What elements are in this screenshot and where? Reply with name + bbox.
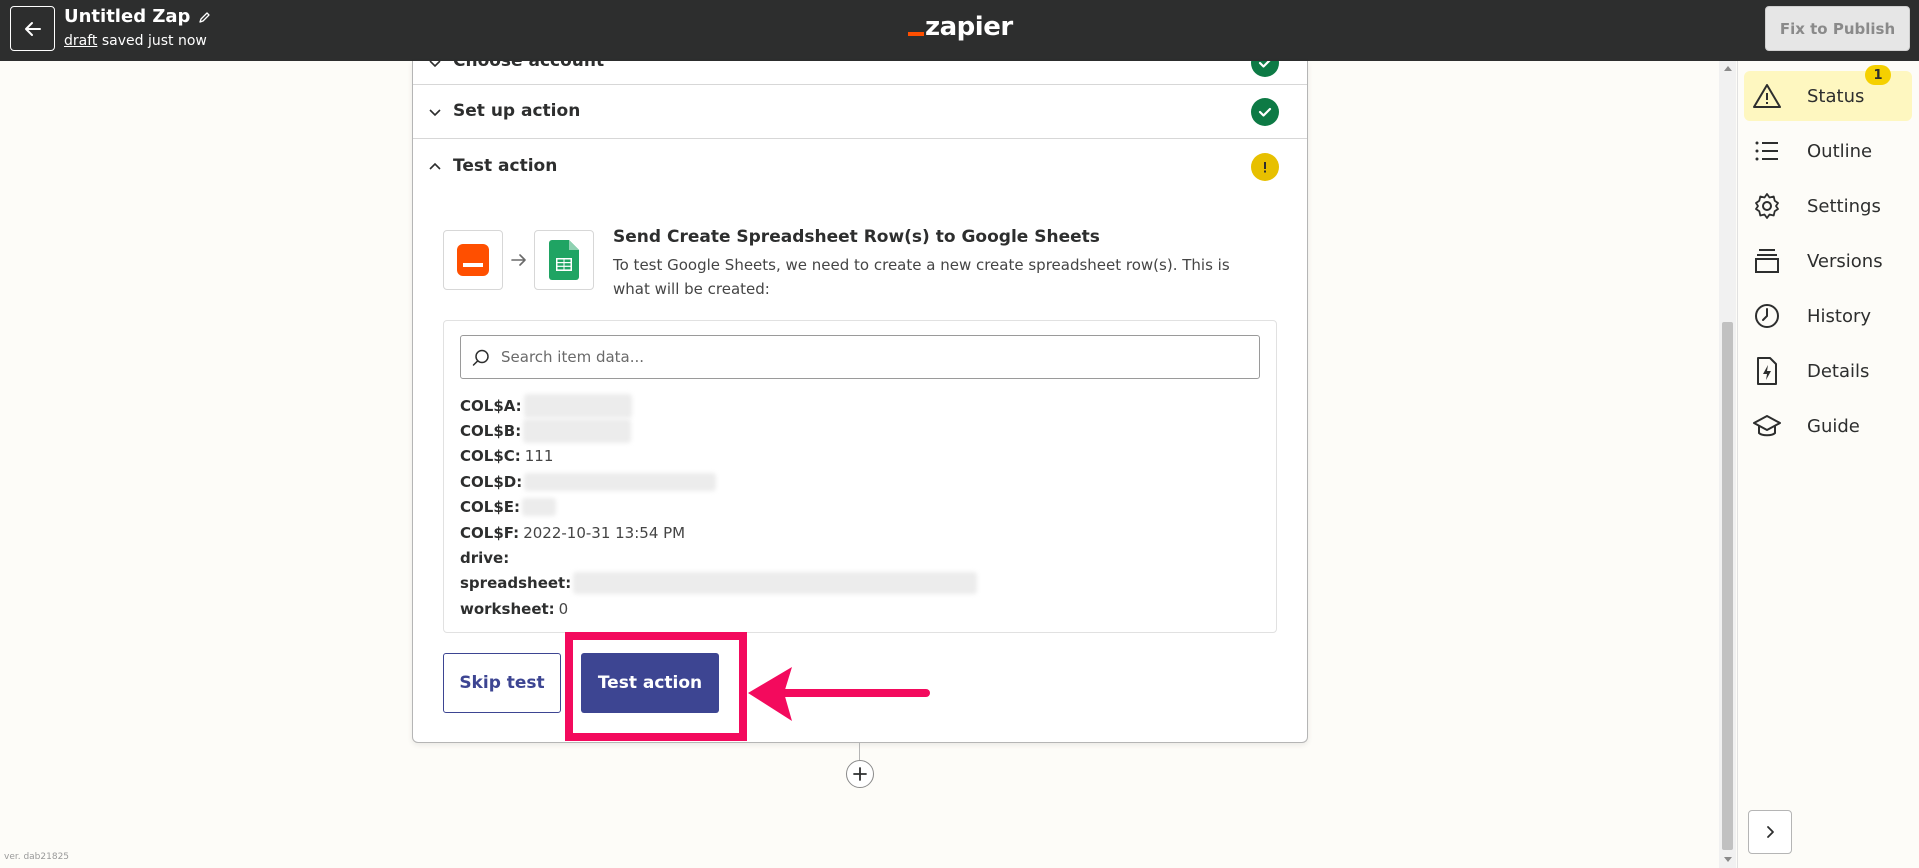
- plus-icon: [853, 767, 867, 781]
- google-sheets-icon: [534, 230, 594, 290]
- right-sidebar: Status Outline Settings Versions History…: [1737, 61, 1919, 868]
- section-label: Test action: [453, 156, 558, 176]
- item-data-panel: COL$A: COL$B: COL$C: 111 COL$D: COL$E: C…: [443, 320, 1277, 633]
- sidebar-item-label: Outline: [1807, 140, 1873, 162]
- search-icon: [472, 349, 489, 366]
- field-value: 2022-10-31 13:54 PM: [523, 523, 686, 542]
- redacted-value: [573, 572, 978, 595]
- chevron-up-icon: [427, 159, 443, 175]
- sidebar-item-details[interactable]: Details: [1744, 346, 1912, 396]
- field-row: COL$C: 111: [460, 444, 1260, 469]
- file-bolt-icon: [1752, 357, 1782, 385]
- field-list: COL$A: COL$B: COL$C: 111 COL$D: COL$E: C…: [460, 393, 1260, 622]
- zap-title-text: Untitled Zap: [64, 6, 191, 27]
- sidebar-item-label: Details: [1807, 360, 1870, 382]
- arrow-right-icon: [511, 254, 526, 266]
- redacted-value: [524, 472, 717, 491]
- pencil-icon[interactable]: [198, 10, 212, 24]
- field-value: 111: [524, 447, 554, 466]
- arrow-left-icon: [24, 21, 41, 36]
- redacted-value: [522, 498, 556, 517]
- scroll-up-arrow-icon[interactable]: [1719, 61, 1736, 75]
- section-choose-account[interactable]: Choose account: [413, 61, 1307, 85]
- search-input[interactable]: [501, 336, 1241, 378]
- field-key: COL$E:: [460, 498, 520, 517]
- status-badge: 1: [1865, 65, 1891, 85]
- section-set-up-action[interactable]: Set up action: [413, 85, 1307, 139]
- sidebar-item-guide[interactable]: Guide: [1744, 401, 1912, 451]
- field-row: COL$D:: [460, 469, 1260, 494]
- save-status: draft saved just now: [64, 33, 207, 49]
- layers-icon: [1752, 247, 1782, 275]
- saved-text: saved just now: [101, 33, 207, 49]
- section-label: Choose account: [453, 61, 605, 71]
- field-row: worksheet: 0: [460, 596, 1260, 621]
- add-step-button[interactable]: [846, 760, 874, 788]
- field-key: COL$D:: [460, 472, 523, 491]
- field-key: worksheet:: [460, 599, 555, 618]
- connector-line: [859, 743, 860, 760]
- fix-to-publish-button[interactable]: Fix to Publish: [1765, 6, 1910, 51]
- field-key: COL$A:: [460, 396, 522, 415]
- scrollbar-thumb[interactable]: [1722, 322, 1733, 850]
- skip-test-button[interactable]: Skip test: [443, 653, 561, 713]
- redacted-value: [523, 393, 632, 418]
- field-row: COL$B:: [460, 418, 1260, 444]
- sidebar-item-label: History: [1807, 305, 1872, 327]
- logo-dash: [908, 32, 924, 36]
- field-key: spreadsheet:: [460, 574, 572, 593]
- sidebar-item-label: Versions: [1807, 250, 1883, 272]
- warning-dot-icon: [1251, 153, 1279, 181]
- sidebar-item-label: Status: [1807, 85, 1865, 107]
- sidebar-item-label: Guide: [1807, 415, 1860, 437]
- zapier-logo: zapier: [908, 12, 1013, 42]
- collapse-sidebar-button[interactable]: [1748, 810, 1792, 854]
- step-card: Choose account Set up action Test action: [412, 61, 1308, 743]
- field-row: COL$F: 2022-10-31 13:54 PM: [460, 520, 1260, 545]
- chevron-right-icon: [1767, 826, 1774, 838]
- field-key: COL$C:: [460, 447, 521, 466]
- list-icon: [1752, 137, 1782, 165]
- redacted-value: [523, 419, 632, 444]
- test-action-button[interactable]: Test action: [581, 653, 719, 713]
- annotation-arrow-icon: [748, 667, 930, 721]
- scroll-down-arrow-icon[interactable]: [1719, 853, 1736, 867]
- field-key: drive:: [460, 549, 510, 568]
- check-icon: [1251, 61, 1279, 77]
- field-row: COL$A:: [460, 393, 1260, 418]
- chevron-down-icon: [427, 61, 443, 71]
- section-label: Set up action: [453, 101, 581, 121]
- sidebar-item-outline[interactable]: Outline: [1744, 126, 1912, 176]
- check-icon: [1251, 98, 1279, 126]
- field-key: COL$B:: [460, 422, 522, 441]
- sidebar-item-settings[interactable]: Settings: [1744, 181, 1912, 231]
- sidebar-item-versions[interactable]: Versions: [1744, 236, 1912, 286]
- test-step-description: To test Google Sheets, we need to create…: [613, 256, 1230, 298]
- test-step-title: Send Create Spreadsheet Row(s) to Google…: [613, 227, 1100, 247]
- zapier-app-icon: [443, 230, 503, 290]
- back-button[interactable]: [10, 6, 55, 51]
- version-label: ver. dab21825: [4, 852, 70, 862]
- field-row: spreadsheet:: [460, 571, 1260, 596]
- gear-icon: [1752, 192, 1782, 220]
- warning-icon: [1752, 82, 1782, 110]
- field-row: drive:: [460, 545, 1260, 570]
- logo-text: zapier: [925, 12, 1013, 42]
- field-row: COL$E:: [460, 495, 1260, 520]
- search-box[interactable]: [460, 335, 1260, 379]
- zap-title[interactable]: Untitled Zap: [64, 6, 212, 27]
- field-key: COL$F:: [460, 523, 520, 542]
- top-bar: Untitled Zap draft saved just now zapier…: [0, 0, 1919, 61]
- chevron-down-icon: [427, 104, 443, 120]
- graduation-cap-icon: [1752, 412, 1782, 440]
- section-test-action[interactable]: Test action: [413, 140, 1307, 194]
- sidebar-item-label: Settings: [1807, 195, 1881, 217]
- clock-icon: [1752, 302, 1782, 330]
- sidebar-item-history[interactable]: History: [1744, 291, 1912, 341]
- draft-link[interactable]: draft: [64, 33, 97, 49]
- field-value: 0: [558, 599, 569, 618]
